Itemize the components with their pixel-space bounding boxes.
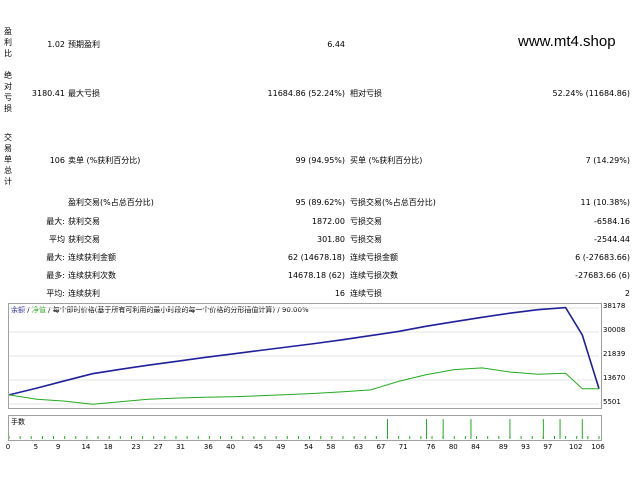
x-tick-label: 49 — [276, 443, 286, 451]
short-positions-value: 99 (94.95%) — [295, 156, 345, 165]
loss-trades-label: 亏损交易(%占总百分比) — [350, 198, 436, 207]
max-consecutive-losses-value: 6 (-27683.66) — [575, 253, 630, 262]
maximal-consecutive-prefix: 最多: — [46, 271, 65, 280]
x-tick-label: 54 — [304, 443, 314, 451]
report-panel: www.mt4.shop 盈利比 绝对亏损 交易单总计 1.02 预期盈利 6.… — [0, 22, 640, 300]
long-positions-label: 买单 (%获利百分比) — [350, 156, 423, 165]
x-tick-label: 84 — [471, 443, 481, 451]
balance-line — [9, 306, 600, 396]
largest-loss-label: 亏损交易 — [350, 217, 382, 226]
average-prefix: 平均 — [49, 235, 65, 244]
x-tick-label: 31 — [176, 443, 186, 451]
x-tick-label: 106 — [591, 443, 605, 451]
y-tick-label: 5501 — [603, 398, 621, 406]
x-tick-label: 67 — [376, 443, 386, 451]
average-consecutive-losses-value: 2 — [624, 289, 630, 298]
max-drawdown-label: 最大亏损 — [68, 89, 100, 98]
average-consecutive-wins-value: 16 — [334, 289, 345, 298]
y-tick-label: 21839 — [603, 350, 626, 358]
long-positions-value: 7 (14.29%) — [585, 156, 630, 165]
average-consecutive-wins-label: 连续获利 — [68, 289, 100, 298]
total-trades-value: 106 — [49, 156, 65, 165]
x-tick-label: 97 — [543, 443, 553, 451]
expected-payoff-label: 预期盈利 — [68, 40, 100, 49]
max-drawdown-value: 11684.86 (52.24%) — [267, 89, 345, 98]
volume-plot — [9, 419, 600, 439]
maximal-consecutive-loss-value: -27683.66 (6) — [575, 271, 630, 280]
short-positions-label: 卖单 (%获利百分比) — [68, 156, 141, 165]
x-tick-label: 9 — [55, 443, 61, 451]
max-consecutive-prefix: 最大: — [46, 253, 65, 262]
x-tick-label: 5 — [33, 443, 39, 451]
average-consecutive-prefix: 平均: — [46, 289, 65, 298]
chart-plot — [9, 306, 600, 405]
average-loss-label: 亏损交易 — [350, 235, 382, 244]
max-consecutive-wins-label: 连续获利金额 — [68, 253, 116, 262]
x-tick-label: 80 — [448, 443, 458, 451]
watermark: www.mt4.shop — [518, 33, 616, 50]
x-tick-label: 93 — [521, 443, 531, 451]
average-loss-value: -2544.44 — [594, 235, 630, 244]
x-tick-label: 102 — [569, 443, 583, 451]
x-tick-label: 89 — [498, 443, 508, 451]
loss-trades-value: 11 (10.38%) — [580, 198, 630, 207]
profit-trades-value: 95 (89.62%) — [295, 198, 345, 207]
relative-drawdown-label: 相对亏损 — [350, 89, 382, 98]
average-profit-value: 301.80 — [317, 235, 345, 244]
average-consecutive-losses-label: 连续亏损 — [350, 289, 382, 298]
volume-panel: 手数 — [8, 415, 602, 441]
x-axis-labels: 0 5 9 14 18 23 27 31 36 40 45 49 54 58 63 67 71 76 80 84 89 9… — [5, 443, 605, 455]
x-tick-label: 36 — [203, 443, 213, 451]
x-tick-label: 58 — [326, 443, 336, 451]
profit-factor-value: 1.02 — [47, 40, 65, 49]
x-tick-label: 45 — [254, 443, 263, 451]
absolute-drawdown-value: 3180.41 — [31, 89, 65, 98]
top-bar — [0, 0, 640, 22]
side-label-profit-ratio: 盈利比 — [4, 27, 12, 58]
relative-drawdown-value: 52.24% (11684.86) — [552, 89, 630, 98]
largest-profit-label: 获利交易 — [68, 217, 100, 226]
x-tick-label: 0 — [5, 443, 11, 451]
x-tick-label: 27 — [153, 443, 163, 451]
average-profit-label: 获利交易 — [68, 235, 100, 244]
y-tick-label: 13670 — [603, 374, 626, 382]
x-tick-label: 14 — [81, 443, 91, 451]
maximal-consecutive-loss-label: 连续亏损次数 — [350, 271, 398, 280]
expected-payoff-value: 6.44 — [327, 40, 345, 49]
max-consecutive-wins-value: 62 (14678.18) — [287, 253, 345, 262]
maximal-consecutive-profit-label: 连续获利次数 — [68, 271, 116, 280]
largest-loss-value: -6584.16 — [594, 217, 630, 226]
y-tick-label: 38178 — [603, 302, 626, 310]
x-tick-label: 63 — [354, 443, 364, 451]
balance-chart: 余额 / 净值 / 每个即时价格(基于所有可利用的最小时段的每一个价格的分形插值… — [8, 303, 602, 409]
maximal-consecutive-profit-value: 14678.18 (62) — [287, 271, 345, 280]
largest-profit-value: 1872.00 — [311, 217, 345, 226]
x-tick-label: 40 — [226, 443, 236, 451]
largest-prefix: 最大: — [46, 217, 65, 226]
side-label-absolute-drawdown: 绝对亏损 — [4, 71, 12, 113]
x-tick-label: 18 — [103, 443, 113, 451]
profit-trades-label: 盈利交易(%占总百分比) — [68, 198, 154, 207]
max-consecutive-losses-label: 连续亏损金额 — [350, 253, 398, 262]
x-tick-label: 71 — [398, 443, 408, 451]
side-label-trade-summary: 交易单总计 — [4, 133, 12, 186]
x-tick-label: 23 — [131, 443, 141, 451]
y-tick-label: 30008 — [603, 326, 626, 334]
x-tick-label: 76 — [426, 443, 436, 451]
